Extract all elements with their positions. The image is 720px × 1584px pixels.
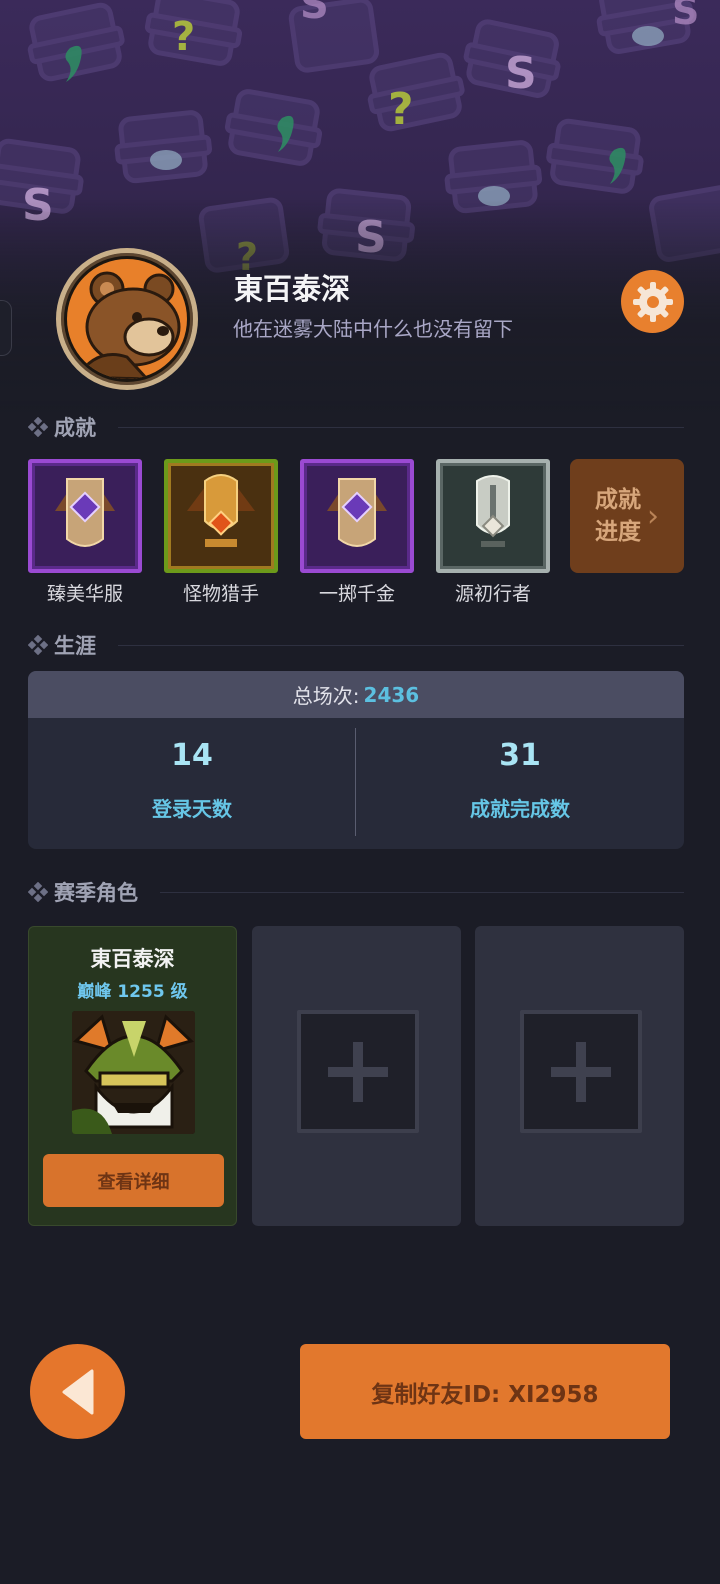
character-slot[interactable]: 東百泰深 巅峰 1255 级 查看详细 <box>28 926 237 1226</box>
achievement-badge[interactable]: 一掷千金 <box>300 459 414 606</box>
add-character-button[interactable] <box>297 1010 419 1133</box>
fox-ranger-icon <box>72 1011 195 1134</box>
login-days-stat: 14 登录天数 <box>28 718 356 849</box>
progress-label-line1: 成就 <box>595 487 641 513</box>
progress-label-line2: 进度 <box>595 519 641 545</box>
total-matches-value: 2436 <box>363 682 420 707</box>
achievement-badge[interactable]: 源初行者 <box>436 459 550 606</box>
back-button[interactable] <box>30 1344 125 1439</box>
career-panel: 总场次: 2436 14 登录天数 31 成就完成数 <box>28 671 684 849</box>
copy-friend-id-button[interactable]: 复制好友ID: XI2958 <box>300 1344 670 1439</box>
purple-crest-icon <box>300 459 414 573</box>
bear-avatar-icon <box>67 259 187 379</box>
total-matches: 总场次: 2436 <box>28 671 684 718</box>
achievements-done-stat: 31 成就完成数 <box>356 718 684 849</box>
empty-character-slot[interactable] <box>252 926 461 1226</box>
svg-text:S: S <box>300 0 329 28</box>
section-label: 成就 <box>54 416 96 440</box>
player-name: 東百泰深 <box>234 272 351 306</box>
achievements-done-label: 成就完成数 <box>470 797 570 821</box>
career-heading: 生涯 <box>28 630 684 660</box>
achievements-heading: 成就 <box>28 412 684 442</box>
achievement-label: 怪物猎手 <box>182 583 259 605</box>
side-drawer-handle[interactable] <box>0 300 12 356</box>
diamond-cluster-icon <box>28 417 48 437</box>
back-arrow-icon <box>62 1369 93 1414</box>
svg-text:S: S <box>505 48 537 99</box>
avatar[interactable] <box>56 248 198 390</box>
achievement-progress-button[interactable]: 成就 进度 › <box>570 459 684 573</box>
plus-icon <box>328 1041 388 1102</box>
settings-button[interactable] <box>621 270 684 333</box>
svg-text:S: S <box>672 0 699 33</box>
gear-icon <box>632 281 673 322</box>
achievement-label: 一掷千金 <box>318 583 395 605</box>
achievement-label: 臻美华服 <box>46 583 123 605</box>
total-matches-label: 总场次: <box>292 684 360 708</box>
login-days-label: 登录天数 <box>152 797 232 821</box>
empty-character-slot[interactable] <box>475 926 684 1226</box>
silver-crest-icon <box>436 459 550 573</box>
season-characters-heading: 赛季角色 <box>28 877 684 907</box>
purple-crest-icon <box>28 459 142 573</box>
view-details-button[interactable]: 查看详细 <box>43 1154 224 1207</box>
divider <box>118 644 684 646</box>
achievement-label: 源初行者 <box>454 583 531 605</box>
progress-label: 成就 进度 <box>595 484 641 548</box>
diamond-cluster-icon <box>28 635 48 655</box>
svg-text:?: ? <box>172 14 195 60</box>
section-label: 赛季角色 <box>54 881 138 905</box>
login-days-value: 14 <box>171 738 213 773</box>
section-label: 生涯 <box>54 634 96 658</box>
plus-icon <box>551 1041 611 1102</box>
achievements-done-value: 31 <box>499 738 541 773</box>
divider <box>118 426 684 428</box>
stat-divider <box>355 728 356 836</box>
gold-crest-icon <box>164 459 278 573</box>
divider <box>160 891 684 893</box>
chevron-right-icon: › <box>647 498 659 534</box>
diamond-cluster-icon <box>28 882 48 902</box>
achievement-badge[interactable]: 怪物猎手 <box>164 459 278 606</box>
character-level: 巅峰 1255 级 <box>77 982 188 1002</box>
add-character-button[interactable] <box>520 1010 642 1133</box>
svg-text:?: ? <box>388 84 414 135</box>
player-bio: 他在迷雾大陆中什么也没有留下 <box>233 317 513 341</box>
character-name: 東百泰深 <box>90 947 175 971</box>
character-portrait <box>72 1011 195 1134</box>
achievement-badge[interactable]: 臻美华服 <box>28 459 142 606</box>
